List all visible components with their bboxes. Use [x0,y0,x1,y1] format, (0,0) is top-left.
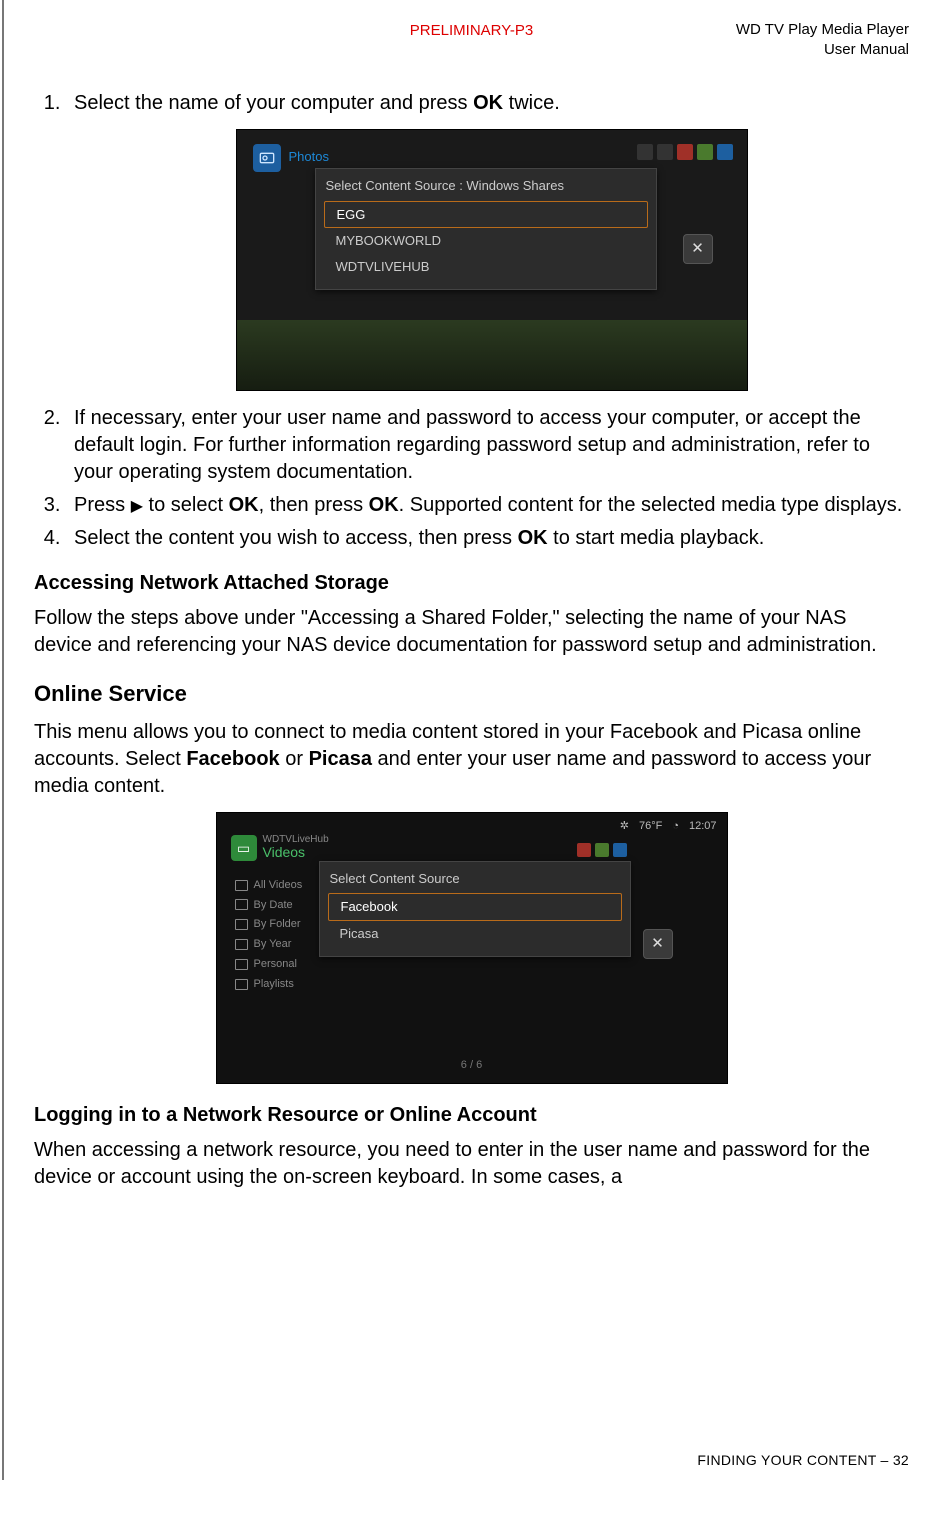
step-4: Select the content you wish to access, t… [66,525,909,552]
nav-tile [657,144,673,160]
step-3-b2: OK [369,494,399,516]
left-nav-label: By Year [254,937,292,952]
left-nav-item: Personal [235,957,303,972]
background-scenery [237,320,747,390]
photos-icon [253,144,281,172]
close-icon: ✕ [683,234,713,264]
page-footer: FINDING YOUR CONTENT – 32 [697,1452,909,1468]
step-4-p2: to start media playback. [548,527,765,549]
status-time: 12:07 [689,819,717,834]
clock-icon: ◔ [672,819,679,834]
share-item: MYBOOKWORLD [324,228,648,254]
folder-icon [235,979,248,990]
preliminary-stamp: PRELIMINARY-P3 [410,22,533,39]
page-content: Select the name of your computer and pre… [34,90,909,1191]
photos-label: Photos [289,148,329,166]
popup-list: Facebook Picasa [320,893,630,956]
step-1-text-pre: Select the name of your computer and pre… [74,92,473,114]
left-nav-label: Playlists [254,977,294,992]
step-1: Select the name of your computer and pre… [66,90,909,391]
left-nav-item: By Year [235,937,303,952]
nav-tiles [637,144,733,160]
screenshot-windows-shares: Photos Select Content Source : Windows S… [236,129,748,391]
title-line-1: WD TV Play Media Player [736,21,909,38]
paragraph-online-service: This menu allows you to connect to media… [34,719,909,800]
nav-tiles [577,843,627,857]
paragraph-nas: Follow the steps above under "Accessing … [34,605,909,659]
pager-indicator: 6 / 6 [461,1058,482,1073]
step-3-p1: Press [74,494,131,516]
service-item-selected: Facebook [328,893,622,921]
step-2: If necessary, enter your user name and p… [66,405,909,486]
nav-tile [577,843,591,857]
folder-icon [235,959,248,970]
left-nav-item: By Date [235,898,303,913]
left-nav-list: All Videos By Date By Folder By Year Per… [235,873,303,997]
step-4-p1: Select the content you wish to access, t… [74,527,518,549]
step-4-b1: OK [518,527,548,549]
left-nav-item: All Videos [235,878,303,893]
left-nav-item: Playlists [235,977,303,992]
nav-tile [717,144,733,160]
paragraph-login: When accessing a network resource, you n… [34,1137,909,1191]
weather-icon: ✲ [620,819,629,834]
step-3-p3: , then press [259,494,369,516]
folder-icon [235,919,248,930]
step-1-text-post: twice. [503,92,560,114]
instruction-list: Select the name of your computer and pre… [34,90,909,552]
left-nav-label: Personal [254,957,297,972]
nav-tile [595,843,609,857]
folder-icon [235,880,248,891]
step-3-b1: OK [229,494,259,516]
step-2-text: If necessary, enter your user name and p… [74,407,870,483]
page-header: PRELIMINARY-P3 WD TV Play Media Player U… [34,20,909,60]
step-3: Press ▶ to select OK, then press OK. Sup… [66,492,909,519]
right-arrow-icon: ▶ [131,498,143,515]
step-1-bold: OK [473,92,503,114]
close-icon: ✕ [643,929,673,959]
content-source-popup: Select Content Source : Windows Shares E… [315,168,657,290]
title-line-2: User Manual [824,41,909,58]
breadcrumb-section: Videos [263,843,306,862]
videos-icon: ▭ [231,835,257,861]
screenshot-online-service: ✲ 76°F ◔ 12:07 ▭ WDTVLiveHub Videos All … [216,812,728,1084]
nav-tile [697,144,713,160]
document-page: PRELIMINARY-P3 WD TV Play Media Player U… [2,0,939,1480]
status-bar: ✲ 76°F ◔ 12:07 [620,819,717,834]
heading-online-service: Online Service [34,679,909,709]
nav-tile [637,144,653,160]
footer-section: FINDING YOUR CONTENT – [697,1452,892,1468]
nav-tile [613,843,627,857]
left-nav-label: By Date [254,898,293,913]
folder-icon [235,899,248,910]
share-item: WDTVLIVEHUB [324,254,648,280]
popup-title: Select Content Source : Windows Shares [316,169,656,201]
footer-page-number: 32 [893,1452,909,1468]
nav-tile [677,144,693,160]
status-temp: 76°F [639,819,662,834]
step-3-p4: . Supported content for the selected med… [399,494,903,516]
document-title: WD TV Play Media Player User Manual [736,20,909,59]
online-b2: Picasa [309,748,372,770]
left-nav-label: By Folder [254,917,301,932]
share-item-selected: EGG [324,201,648,229]
left-nav-label: All Videos [254,878,303,893]
heading-nas: Accessing Network Attached Storage [34,570,909,597]
heading-login: Logging in to a Network Resource or Onli… [34,1102,909,1129]
popup-list: EGG MYBOOKWORLD WDTVLIVEHUB [316,201,656,290]
online-b1: Facebook [186,748,279,770]
content-source-popup: Select Content Source Facebook Picasa [319,861,631,958]
folder-icon [235,939,248,950]
service-item: Picasa [328,921,622,947]
online-p2: or [280,748,309,770]
step-3-p2: to select [143,494,229,516]
left-nav-item: By Folder [235,917,303,932]
popup-title: Select Content Source [320,862,630,894]
